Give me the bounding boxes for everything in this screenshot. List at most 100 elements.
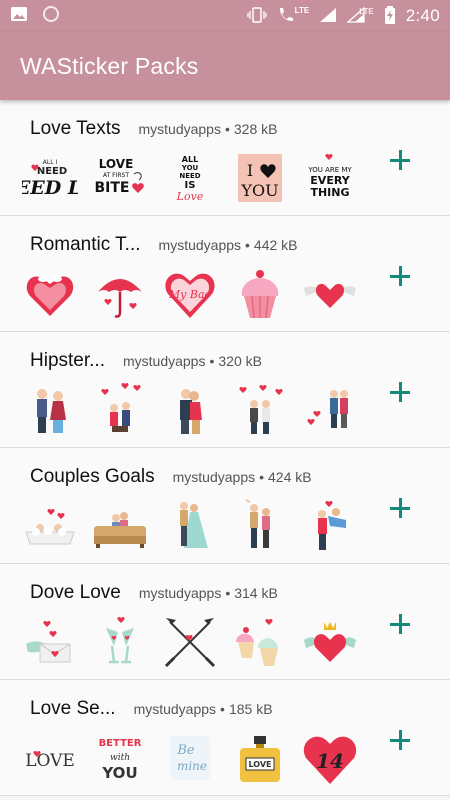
app-bar: WASticker Packs [0, 32, 450, 100]
sticker-pack-item[interactable]: Love Se... mystudyapps • 185 kB LOVE BETTE… [0, 680, 450, 796]
my-bae-heart-sticker: My Bae [162, 266, 218, 322]
hipster-couple-sticker [22, 382, 78, 438]
pack-publisher: mystudyapps [138, 121, 221, 137]
hipster-couple-hug-sticker [162, 382, 218, 438]
battery-charging-icon [384, 5, 396, 27]
pack-name: Love Texts [30, 118, 121, 139]
pack-header: Love Se... mystudyapps • 185 kB [30, 698, 273, 720]
couple-sofa-sticker [92, 498, 148, 554]
svg-text:Be: Be [176, 743, 195, 758]
svg-text:BITE: BITE [95, 180, 130, 196]
svg-text:Love: Love [176, 190, 204, 203]
svg-text:BETTER: BETTER [99, 738, 142, 749]
you-are-my-every-thing-text-sticker: YOU ARE MY EVERY THING [302, 150, 358, 206]
clock: 2:40 [405, 6, 440, 25]
pack-publisher: mystudyapps [172, 469, 256, 485]
pack-publisher: mystudyapps [122, 353, 206, 369]
couple-carry-sticker [302, 498, 358, 554]
svg-text:THING: THING [310, 186, 349, 199]
pack-size: 424 kB [268, 469, 312, 485]
pack-meta: mystudyapps • 424 kB [173, 469, 312, 485]
pack-name: Dove Love [30, 582, 121, 603]
i-heart-you-text-sticker: I YOU [232, 150, 288, 206]
svg-text:LOVE: LOVE [99, 157, 134, 171]
add-pack-button[interactable] [388, 380, 412, 404]
cupcake-sticker [232, 266, 288, 322]
status-bar: LTE LTE 2:40 [0, 0, 450, 32]
call-lte-icon: LTE [277, 6, 309, 27]
i-need-love-text-sticker: ALL I NEED I NEED Love [22, 150, 78, 206]
sticker-text-love-lettering: LOVE [25, 751, 75, 771]
sticker-preview-row: My Bae [22, 266, 358, 322]
meta-separator: • [245, 237, 250, 253]
svg-text:NEED: NEED [37, 166, 67, 177]
meta-separator: • [225, 585, 231, 601]
pack-size: 442 kB [253, 237, 298, 253]
perfume-love-sticker: LOVE [232, 730, 288, 786]
love-at-first-bite-text-sticker: LOVE AT FIRST BITE [92, 150, 148, 206]
crossed-arrows-sticker [162, 614, 218, 670]
add-pack-button[interactable] [388, 264, 412, 288]
pack-header: Hipster... mystudyapps • 320 kB [30, 350, 262, 372]
sync-circle-icon [42, 5, 60, 28]
love-lettering-sticker: LOVE [22, 730, 78, 786]
signal-icon-2: LTE [346, 6, 374, 26]
sticker-pack-item[interactable]: Couples Goals mystudyapps • 424 kB [0, 448, 450, 564]
pack-meta: mystudyapps • 320 kB [123, 353, 262, 369]
svg-text:ALL: ALL [182, 155, 198, 164]
pack-meta: mystudyapps • 328 kB [138, 121, 277, 137]
add-pack-button[interactable] [388, 496, 412, 520]
meta-separator: • [220, 701, 225, 717]
umbrella-hearts-sticker [92, 266, 148, 322]
svg-text:AT FIRST: AT FIRST [103, 172, 129, 179]
svg-text:YOU ARE MY: YOU ARE MY [307, 166, 352, 174]
status-left [10, 5, 60, 28]
pack-name: Romantic T... [30, 234, 141, 255]
pack-name: Couples Goals [30, 466, 155, 487]
add-pack-button[interactable] [388, 612, 412, 636]
champagne-glasses-sticker [92, 614, 148, 670]
pack-size: 185 kB [228, 701, 273, 717]
sticker-pack-list[interactable]: Love Texts mystudyapps • 328 kB ALL I NEED… [0, 100, 450, 800]
sticker-preview-row: LOVE BETTER with YOU Be mine LOVE 14 [22, 730, 358, 786]
pack-size: 328 kB [233, 121, 278, 137]
love-letter-sticker [22, 614, 78, 670]
pack-meta: mystudyapps • 314 kB [139, 585, 278, 601]
pack-name: Love Se... [30, 698, 116, 719]
pack-header: Couples Goals mystudyapps • 424 kB [30, 466, 312, 488]
crowned-winged-heart-sticker [302, 614, 358, 670]
svg-text:YOU: YOU [181, 164, 199, 172]
better-with-you-sticker: BETTER with YOU [92, 730, 148, 786]
couple-standing-sticker [232, 498, 288, 554]
all-you-need-is-love-text-sticker: ALL YOU NEED IS Love [162, 150, 218, 206]
svg-text:ALL I: ALL I [43, 159, 58, 166]
couple-balloons-sticker [92, 382, 148, 438]
meta-separator: • [259, 469, 265, 485]
app-title: WASticker Packs [20, 52, 199, 79]
sticker-preview-row [22, 614, 358, 670]
add-pack-button[interactable] [388, 728, 412, 752]
pack-header: Dove Love mystudyapps • 314 kB [30, 582, 278, 604]
meta-separator: • [209, 353, 215, 369]
winged-heart-sticker [302, 266, 358, 322]
sticker-text-my-bae: My Bae [168, 288, 212, 301]
sticker-pack-item[interactable]: Hipster... mystudyapps • 320 kB [0, 332, 450, 448]
status-right: LTE LTE 2:40 [247, 5, 440, 27]
svg-text:YOU: YOU [240, 181, 278, 200]
sticker-preview-row [22, 498, 358, 554]
vibrate-icon [247, 6, 267, 26]
sticker-pack-item[interactable]: Love Texts mystudyapps • 328 kB ALL I NEED… [0, 100, 450, 216]
pack-publisher: mystudyapps [158, 237, 242, 253]
pack-meta: mystudyapps • 185 kB [134, 701, 273, 717]
couple-heart-balloons-sticker [302, 382, 358, 438]
sticker-pack-item[interactable]: Dove Love mystudyapps • 314 kB [0, 564, 450, 680]
svg-text:NEED: NEED [179, 172, 200, 180]
be-mine-sticker: Be mine [162, 730, 218, 786]
pack-meta: mystudyapps • 442 kB [159, 237, 298, 253]
pack-name: Hipster... [30, 350, 105, 371]
sticker-pack-item[interactable]: Romantic T... mystudyapps • 442 kB My Ba… [0, 216, 450, 332]
add-pack-button[interactable] [388, 148, 412, 172]
heart-with-birds-sticker [22, 266, 78, 322]
sticker-preview-row: ALL I NEED I NEED Love LOVE AT FIRST BIT… [22, 150, 358, 206]
sticker-text-love: I NEED Love [22, 177, 78, 199]
